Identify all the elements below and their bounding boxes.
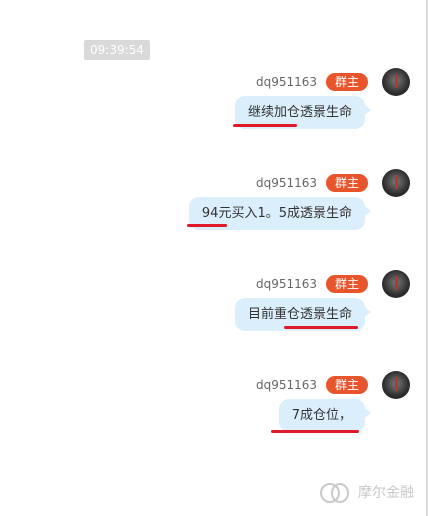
message-username[interactable]: dq951163: [256, 175, 317, 191]
message-username[interactable]: dq951163: [256, 276, 317, 292]
red-underline-annotation: [271, 430, 359, 433]
message-text: 目前重仓透景生命: [247, 307, 352, 322]
message-text: 7成仓位，: [291, 408, 352, 423]
message-text: 继续加仓透景生命: [247, 105, 352, 120]
owner-badge: 群主: [326, 73, 368, 91]
message-text: 94元买入1。5成透景生命: [201, 206, 352, 221]
message-bubble[interactable]: 7成仓位，: [278, 399, 372, 432]
message-item: dq951163 群主 94元买入1。5成透景生命: [0, 169, 428, 259]
logo-icon: [319, 483, 349, 503]
red-underline-annotation: [284, 326, 358, 329]
red-underline-annotation: [187, 224, 227, 227]
message-item: dq951163 群主 7成仓位，: [0, 371, 428, 461]
owner-badge: 群主: [326, 376, 368, 394]
message-item: dq951163 群主 继续加仓透景生命: [0, 68, 428, 158]
red-underline-annotation: [233, 124, 297, 127]
avatar[interactable]: [382, 68, 410, 96]
timestamp-label: 09:39:54: [84, 40, 150, 60]
message-username[interactable]: dq951163: [256, 377, 317, 393]
owner-badge: 群主: [326, 174, 368, 192]
watermark: 摩尔金融: [319, 482, 414, 503]
message-item: dq951163 群主 目前重仓透景生命: [0, 270, 428, 360]
avatar[interactable]: [382, 371, 410, 399]
message-username[interactable]: dq951163: [256, 74, 317, 90]
avatar[interactable]: [382, 169, 410, 197]
watermark-text: 摩尔金融: [358, 485, 414, 501]
avatar[interactable]: [382, 270, 410, 298]
owner-badge: 群主: [326, 275, 368, 293]
